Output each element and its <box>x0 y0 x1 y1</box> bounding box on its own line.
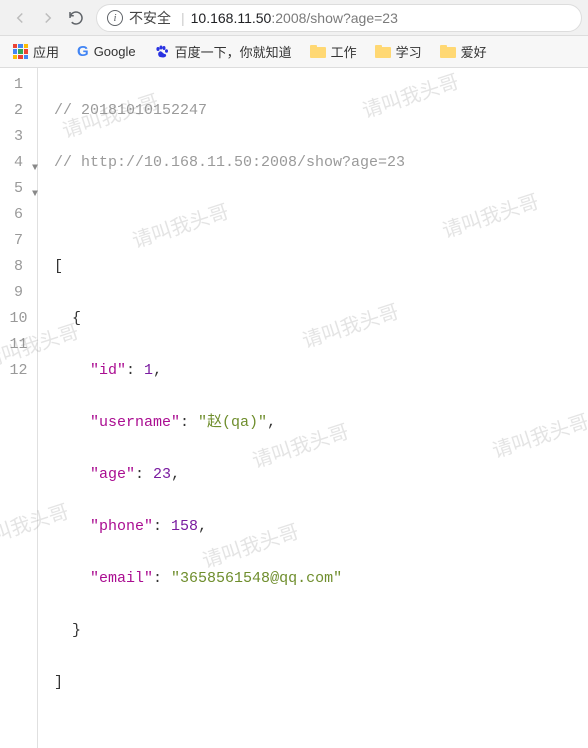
comment-line: // 20181010152247 <box>54 102 207 119</box>
info-icon: i <box>107 10 123 26</box>
apps-label: 应用 <box>33 42 59 61</box>
line-number: 10 <box>0 306 37 332</box>
line-number: 3 <box>0 124 37 150</box>
folder-icon <box>440 45 456 58</box>
apps-shortcut[interactable]: 应用 <box>6 39 66 64</box>
line-number: 4▼ <box>0 150 37 176</box>
google-icon: G <box>77 43 89 60</box>
bookmark-label: 爱好 <box>461 42 487 61</box>
json-key: "age" <box>90 466 135 483</box>
baidu-icon <box>154 44 170 60</box>
json-viewer: 1 2 3 4▼ 5▼ 6 7 8 9 10 11 12 // 20181010… <box>0 68 588 748</box>
json-value: "3658561548@qq.com" <box>171 570 342 587</box>
line-number: 12 <box>0 358 37 384</box>
folder-icon <box>375 45 391 58</box>
bookmark-google[interactable]: G Google <box>70 40 143 63</box>
bookmark-baidu[interactable]: 百度一下，你就知道 <box>147 39 299 64</box>
json-key: "id" <box>90 362 126 379</box>
line-number: 2 <box>0 98 37 124</box>
folder-icon <box>310 45 326 58</box>
line-number: 11 <box>0 332 37 358</box>
line-number: 9 <box>0 280 37 306</box>
browser-nav-bar: i 不安全 | 10.168.11.50:2008/show?age=23 <box>0 0 588 36</box>
bookmark-label: 学习 <box>396 42 422 61</box>
address-bar[interactable]: i 不安全 | 10.168.11.50:2008/show?age=23 <box>96 4 582 32</box>
bracket: ] <box>54 674 63 691</box>
code-content[interactable]: // 20181010152247 // http://10.168.11.50… <box>38 68 405 748</box>
bracket: [ <box>54 258 63 275</box>
json-value: 23 <box>153 466 171 483</box>
json-key: "email" <box>90 570 153 587</box>
line-number: 1 <box>0 72 37 98</box>
url-path: /show?age=23 <box>306 10 397 26</box>
bookmark-label: 工作 <box>331 42 357 61</box>
json-key: "phone" <box>90 518 153 535</box>
reload-button[interactable] <box>62 4 90 32</box>
json-key: "username" <box>90 414 180 431</box>
bookmarks-bar: 应用 G Google 百度一下，你就知道 工作 学习 爱好 <box>0 36 588 68</box>
json-value: "赵(qa)" <box>198 414 267 431</box>
insecure-label: 不安全 <box>129 8 171 28</box>
bracket: } <box>72 622 81 639</box>
bookmark-folder-study[interactable]: 学习 <box>368 39 429 64</box>
json-value: 158 <box>171 518 198 535</box>
json-value: 1 <box>144 362 153 379</box>
forward-button[interactable] <box>34 4 62 32</box>
bracket: { <box>72 310 81 327</box>
line-number: 8 <box>0 254 37 280</box>
comment-line: // http://10.168.11.50:2008/show?age=23 <box>54 154 405 171</box>
separator: | <box>181 10 185 26</box>
line-number: 5▼ <box>0 176 37 202</box>
apps-icon <box>13 44 28 59</box>
bookmark-label: 百度一下，你就知道 <box>175 42 292 61</box>
line-number: 6 <box>0 202 37 228</box>
url-port: :2008 <box>271 10 306 26</box>
back-button[interactable] <box>6 4 34 32</box>
bookmark-folder-hobby[interactable]: 爱好 <box>433 39 494 64</box>
line-gutter: 1 2 3 4▼ 5▼ 6 7 8 9 10 11 12 <box>0 68 38 748</box>
url-host: 10.168.11.50 <box>191 10 272 26</box>
bookmark-label: Google <box>94 44 136 59</box>
bookmark-folder-work[interactable]: 工作 <box>303 39 364 64</box>
line-number: 7 <box>0 228 37 254</box>
